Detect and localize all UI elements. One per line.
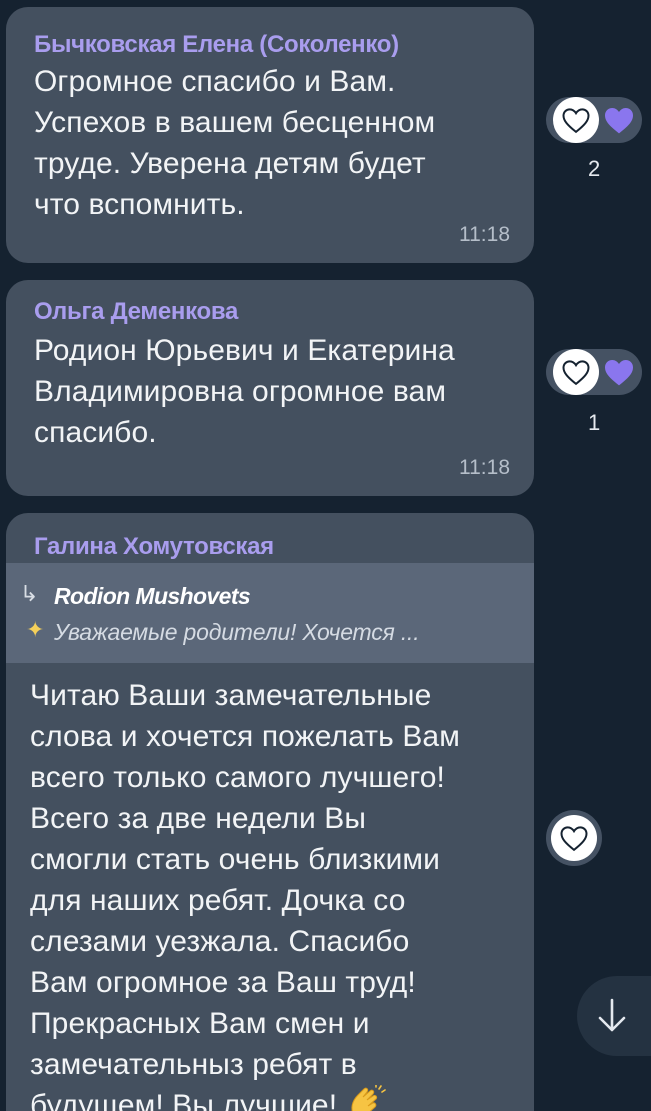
sender-name[interactable]: Ольга Деменкова (34, 298, 238, 326)
message-text: Огромное спасибо и Вам. Успехов в вашем … (34, 61, 435, 225)
reaction-pill-1[interactable] (546, 97, 642, 143)
message-bubble-3[interactable]: Галина Хомутовская ↳ Rodion Mushovets ✦ … (6, 513, 534, 1111)
message-line: Успехов в вашем бесценном (34, 106, 436, 139)
message-line: труде. Уверена детям будет (34, 147, 426, 180)
message-line: Читаю Ваши замечательные (30, 679, 432, 712)
add-reaction-heart-icon[interactable] (553, 349, 599, 395)
message-line: Огромное спасибо и Вам. (34, 65, 396, 98)
message-line: смогли стать очень близкими (30, 843, 441, 876)
reaction-pill-2[interactable] (546, 349, 642, 395)
message-bubble-1[interactable]: Бычковская Елена (Соколенко) Огромное сп… (6, 7, 534, 263)
message-line: что вспомнить. (34, 188, 245, 221)
message-line: всего только самого лучшего! (30, 761, 445, 794)
message-time: 11:18 (459, 223, 510, 246)
clapping-hands-icon (346, 1084, 386, 1111)
message-line: слезами уезжала. Спасибо (30, 925, 410, 958)
reaction-count: 2 (588, 156, 601, 181)
arrow-down-icon (598, 998, 626, 1032)
purple-heart-icon[interactable] (603, 357, 635, 387)
sender-name[interactable]: Бычковская Елена (Соколенко) (34, 31, 399, 59)
message-line: Прекрасных Вам смен и (30, 1007, 370, 1040)
message-line: для наших ребят. Дочка со (30, 884, 406, 917)
message-line: спасибо. (34, 416, 157, 449)
reply-preview: Уважаемые родители! Хочется ... (54, 619, 420, 645)
message-line: Родион Юрьевич и Екатерина (34, 334, 455, 367)
message-line-last: будущем! Вы лучшие! (30, 1084, 460, 1111)
reply-quote[interactable]: ↳ Rodion Mushovets ✦ Уважаемые родители!… (6, 563, 534, 663)
reply-arrow-icon: ↳ (20, 581, 39, 606)
add-reaction-button[interactable] (546, 810, 602, 866)
scroll-down-button[interactable] (577, 976, 651, 1056)
sender-name[interactable]: Галина Хомутовская (34, 533, 274, 561)
message-line: Владимировна огромное вам (34, 375, 447, 408)
message-text: Читаю Ваши замечательные слова и хочется… (30, 675, 460, 1111)
message-line: будущем! Вы лучшие! (30, 1089, 338, 1111)
sparkles-icon: ✦ (26, 617, 45, 642)
message-line: Всего за две недели Вы (30, 802, 367, 835)
add-reaction-heart-icon[interactable] (553, 97, 599, 143)
message-time: 11:18 (459, 456, 510, 479)
message-bubble-2[interactable]: Ольга Деменкова Родион Юрьевич и Екатери… (6, 280, 534, 496)
message-line: Вам огромное за Ваш труд! (30, 966, 416, 999)
reply-author: Rodion Mushovets (54, 583, 251, 609)
message-line: слова и хочется пожелать Вам (30, 720, 460, 753)
heart-outline-icon[interactable] (551, 815, 597, 861)
reaction-count: 1 (588, 410, 601, 435)
message-text: Родион Юрьевич и Екатерина Владимировна … (34, 330, 455, 453)
purple-heart-icon[interactable] (603, 105, 635, 135)
message-line: замечательныз ребят в (30, 1048, 357, 1081)
